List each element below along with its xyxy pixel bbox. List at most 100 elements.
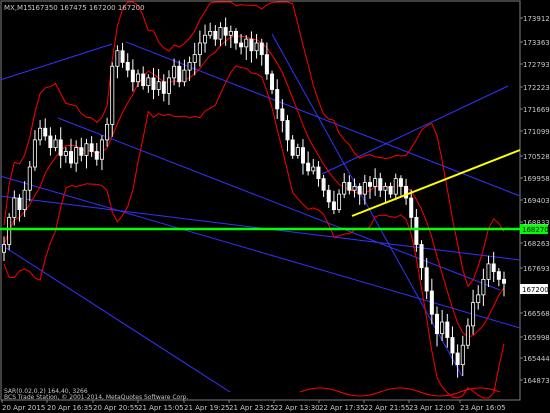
candle-body bbox=[151, 77, 156, 90]
candle-body bbox=[362, 182, 367, 195]
candle-body bbox=[223, 27, 228, 36]
price-tick-label: 172793 bbox=[523, 61, 550, 69]
time-tick-label: 20 Apr 16:35 bbox=[47, 404, 93, 412]
candle-body bbox=[347, 182, 352, 191]
candle-body bbox=[352, 185, 357, 191]
candle-body bbox=[465, 325, 470, 346]
candle-body bbox=[99, 139, 104, 160]
candle-body bbox=[105, 123, 110, 141]
price-tick-label: 171099 bbox=[523, 128, 550, 136]
candle-body bbox=[440, 321, 445, 335]
candle-body bbox=[357, 185, 362, 195]
candle-body bbox=[398, 178, 403, 187]
candle-body bbox=[43, 127, 48, 137]
time-tick-label: 20 Apr 2015 bbox=[2, 404, 45, 412]
candle-body bbox=[280, 108, 285, 121]
price-tick-label: 164873 bbox=[523, 377, 550, 385]
candle-body bbox=[69, 151, 74, 164]
price-tick-label: 169958 bbox=[523, 175, 550, 183]
candle-body bbox=[203, 34, 208, 44]
candle-body bbox=[228, 30, 233, 36]
candle-body bbox=[115, 50, 120, 67]
candle-body bbox=[321, 178, 326, 191]
candle-body bbox=[486, 263, 491, 280]
candle-body bbox=[331, 201, 336, 211]
price-tick-label: 168263 bbox=[523, 240, 550, 248]
candle-body bbox=[270, 73, 275, 90]
price-tick-label: 171669 bbox=[523, 106, 550, 114]
candle-body bbox=[455, 352, 460, 366]
candle-body bbox=[110, 65, 115, 125]
candle-body bbox=[125, 61, 130, 71]
candle-body bbox=[445, 321, 450, 338]
candle-body bbox=[388, 185, 393, 195]
candle-body bbox=[460, 344, 465, 366]
candle-body bbox=[244, 38, 249, 48]
candle-body bbox=[208, 30, 213, 36]
candle-body bbox=[275, 89, 280, 110]
candle-body bbox=[414, 216, 419, 245]
candle-body bbox=[63, 151, 68, 156]
candle-body bbox=[290, 139, 295, 156]
price-tick-label: 165998 bbox=[523, 334, 550, 342]
candle-body bbox=[58, 139, 63, 156]
candle-body bbox=[161, 81, 166, 94]
candle-body bbox=[27, 166, 32, 191]
candle-body bbox=[136, 73, 141, 83]
candle-body bbox=[239, 42, 244, 48]
candle-body bbox=[393, 178, 398, 195]
current-price-label: 167200 bbox=[522, 286, 549, 294]
candle-body bbox=[306, 162, 311, 172]
candle-body bbox=[7, 216, 12, 245]
level-price-label: 168270 bbox=[522, 226, 549, 234]
price-tick-label: 166568 bbox=[523, 310, 550, 318]
candle-body bbox=[295, 147, 300, 156]
candle-body bbox=[12, 197, 17, 218]
candle-body bbox=[367, 182, 372, 187]
candle-body bbox=[89, 143, 94, 152]
time-tick-label: 21 Apr 19:25 bbox=[184, 404, 230, 412]
candle-body bbox=[424, 267, 429, 292]
price-tick-label: 169403 bbox=[523, 197, 550, 205]
candle-body bbox=[373, 178, 378, 187]
candle-body bbox=[172, 65, 177, 79]
copyright-label: BCS Trade Station, © 2001-2014, MetaQuot… bbox=[4, 394, 188, 401]
time-tick-label: 20 Apr 20:55 bbox=[93, 404, 139, 412]
candle-body bbox=[249, 38, 254, 52]
candle-body bbox=[197, 42, 202, 56]
candle-body bbox=[177, 65, 182, 83]
price-tick-label: 168833 bbox=[523, 219, 550, 227]
candle-body bbox=[182, 69, 187, 83]
time-tick-label: 22 Apr 13:30 bbox=[274, 404, 320, 412]
candle-body bbox=[429, 290, 434, 315]
candle-body bbox=[130, 69, 135, 83]
time-tick-label: 22 Apr 21:55 bbox=[364, 404, 410, 412]
price-tick-label: 167693 bbox=[523, 265, 550, 273]
candle-body bbox=[434, 313, 439, 335]
price-tick-label: 170528 bbox=[523, 153, 550, 161]
candle-body bbox=[74, 147, 79, 164]
price-chart[interactable]: 168270 173912 173363 172793 172223 171669 171… bbox=[0, 0, 550, 413]
price-tick-label: 173912 bbox=[523, 15, 550, 23]
candle-body bbox=[419, 244, 424, 269]
candle-body bbox=[156, 81, 161, 90]
candle-body bbox=[192, 54, 197, 63]
price-tick-label: 172223 bbox=[523, 84, 550, 92]
candle-body bbox=[383, 185, 388, 191]
candle-body bbox=[378, 178, 383, 191]
candle-body bbox=[146, 77, 151, 87]
ohlc-label: 167350 167475 167200 167200 bbox=[31, 4, 145, 12]
candle-body bbox=[337, 193, 342, 211]
candle-body bbox=[471, 302, 476, 327]
candle-body bbox=[481, 278, 486, 296]
candle-body bbox=[501, 278, 506, 284]
time-tick-label: 21 Apr 15:05 bbox=[138, 404, 184, 412]
candle-body bbox=[285, 120, 290, 141]
time-tick-label: 21 Apr 23:25 bbox=[229, 404, 275, 412]
candle-body bbox=[94, 151, 99, 160]
candle-body bbox=[218, 27, 223, 40]
candle-body bbox=[38, 127, 43, 141]
candle-body bbox=[491, 263, 496, 273]
candle-body bbox=[32, 139, 37, 168]
candle-body bbox=[326, 189, 331, 203]
